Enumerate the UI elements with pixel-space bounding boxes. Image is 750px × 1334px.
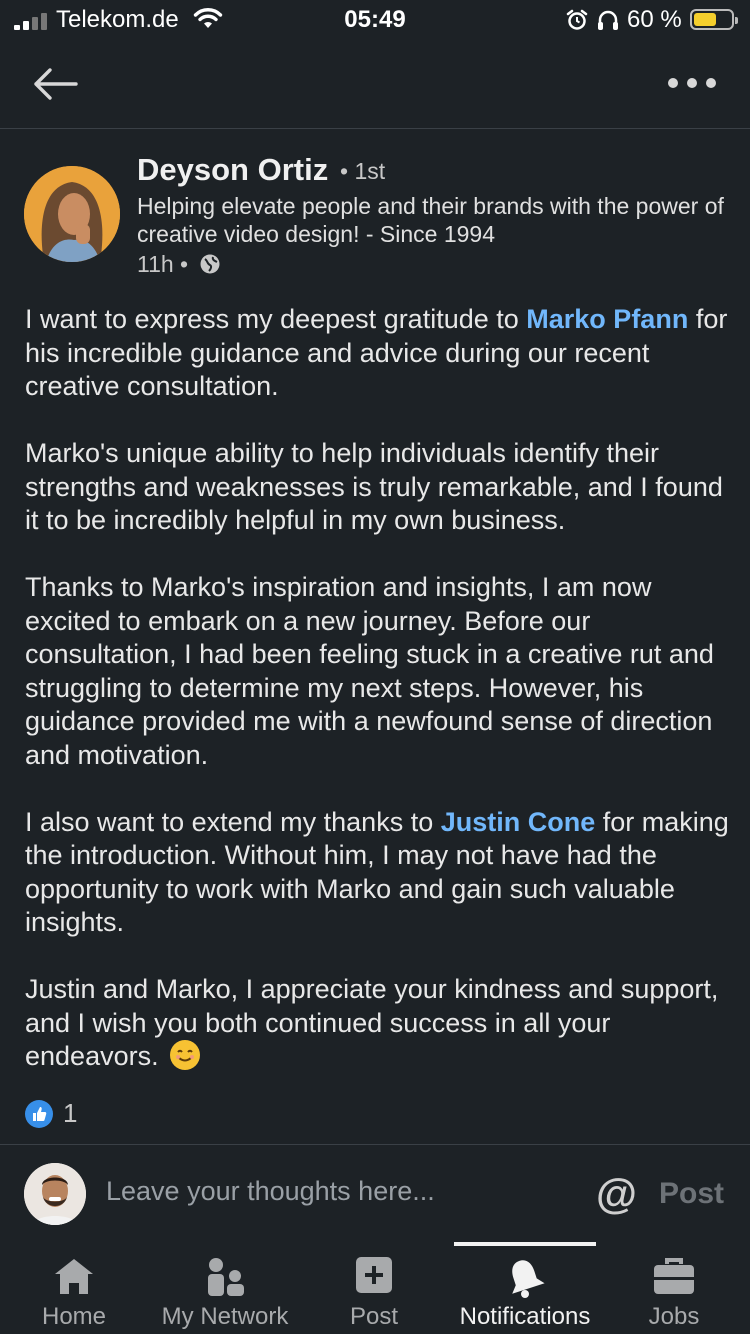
connection-degree: • 1st [340,158,386,184]
dot-icon [687,78,697,88]
plus-square-icon [356,1257,392,1293]
linkedin-post-screen: Telekom.de 05:49 60 % Deyson Ortiz • 1st… [0,0,750,1334]
post-text: Marko's unique ability to help individua… [25,438,723,535]
post-text: Thanks to Marko's inspiration and insigh… [25,572,714,770]
bell-icon [512,1260,545,1298]
mention-button[interactable]: @ [596,1173,637,1215]
reaction-count: 1 [63,1098,78,1128]
post-time: 11h • [137,251,189,277]
nav-label-post: Post [349,1303,399,1330]
post-header-bar [0,44,750,129]
comment-bar: @ Post [0,1144,750,1245]
author-headline: Helping elevate people and their brands … [137,193,724,247]
author-avatar[interactable] [24,166,120,262]
author-name[interactable]: Deyson Ortiz [137,152,328,188]
battery-icon [690,9,738,30]
bottom-navigation: Home My Network Post Notifications Jobs [0,1242,750,1334]
dot-icon [668,78,678,88]
user-avatar [24,1163,86,1225]
post-paragraph: I also want to extend my thanks to Justi… [25,806,730,940]
globe-icon [200,254,220,274]
post-paragraph: I want to express my deepest gratitude t… [25,303,730,404]
nav-item-my-network[interactable]: My Network [150,1244,300,1334]
post-paragraph: Marko's unique ability to help individua… [25,437,730,538]
smiling-face-emoji-icon [170,1040,201,1070]
network-icon [208,1258,244,1296]
post-paragraph: Justin and Marko, I appreciate your kind… [25,973,730,1074]
post-comment-button[interactable]: Post [659,1177,724,1211]
like-icon [25,1100,53,1128]
post-text: I want to express my deepest gratitude t… [25,304,527,334]
nav-item-notifications[interactable]: Notifications [450,1244,600,1334]
dot-icon [706,78,716,88]
post-text: Justin and Marko, I appreciate your kind… [25,974,719,1071]
battery-percent: 60 % [627,6,682,33]
author-photo [24,166,120,262]
alarm-icon [566,9,588,30]
back-button[interactable] [28,62,82,106]
mention-link[interactable]: Marko Pfann [526,304,688,334]
nav-label-home: Home [41,1303,107,1330]
nav-label-my-network: My Network [161,1303,289,1330]
nav-label-jobs: Jobs [648,1303,700,1330]
back-arrow-icon [34,68,78,100]
mention-link[interactable]: Justin Cone [441,807,596,837]
more-options-button[interactable] [668,72,720,96]
comment-input[interactable] [104,1175,578,1208]
headphones-icon [598,10,618,30]
post-body: I want to express my deepest gratitude t… [25,303,730,1107]
nav-item-jobs[interactable]: Jobs [624,1244,724,1334]
home-icon [55,1259,93,1294]
post-text: I also want to extend my thanks to [25,806,441,837]
briefcase-icon [654,1258,694,1294]
status-bar: Telekom.de 05:49 60 % [0,0,750,44]
user-photo [24,1163,86,1225]
nav-label-notifications: Notifications [459,1303,591,1330]
nav-item-home[interactable]: Home [20,1244,128,1334]
nav-item-post[interactable]: Post [324,1244,424,1334]
post-paragraph: Thanks to Marko's inspiration and insigh… [25,571,730,772]
